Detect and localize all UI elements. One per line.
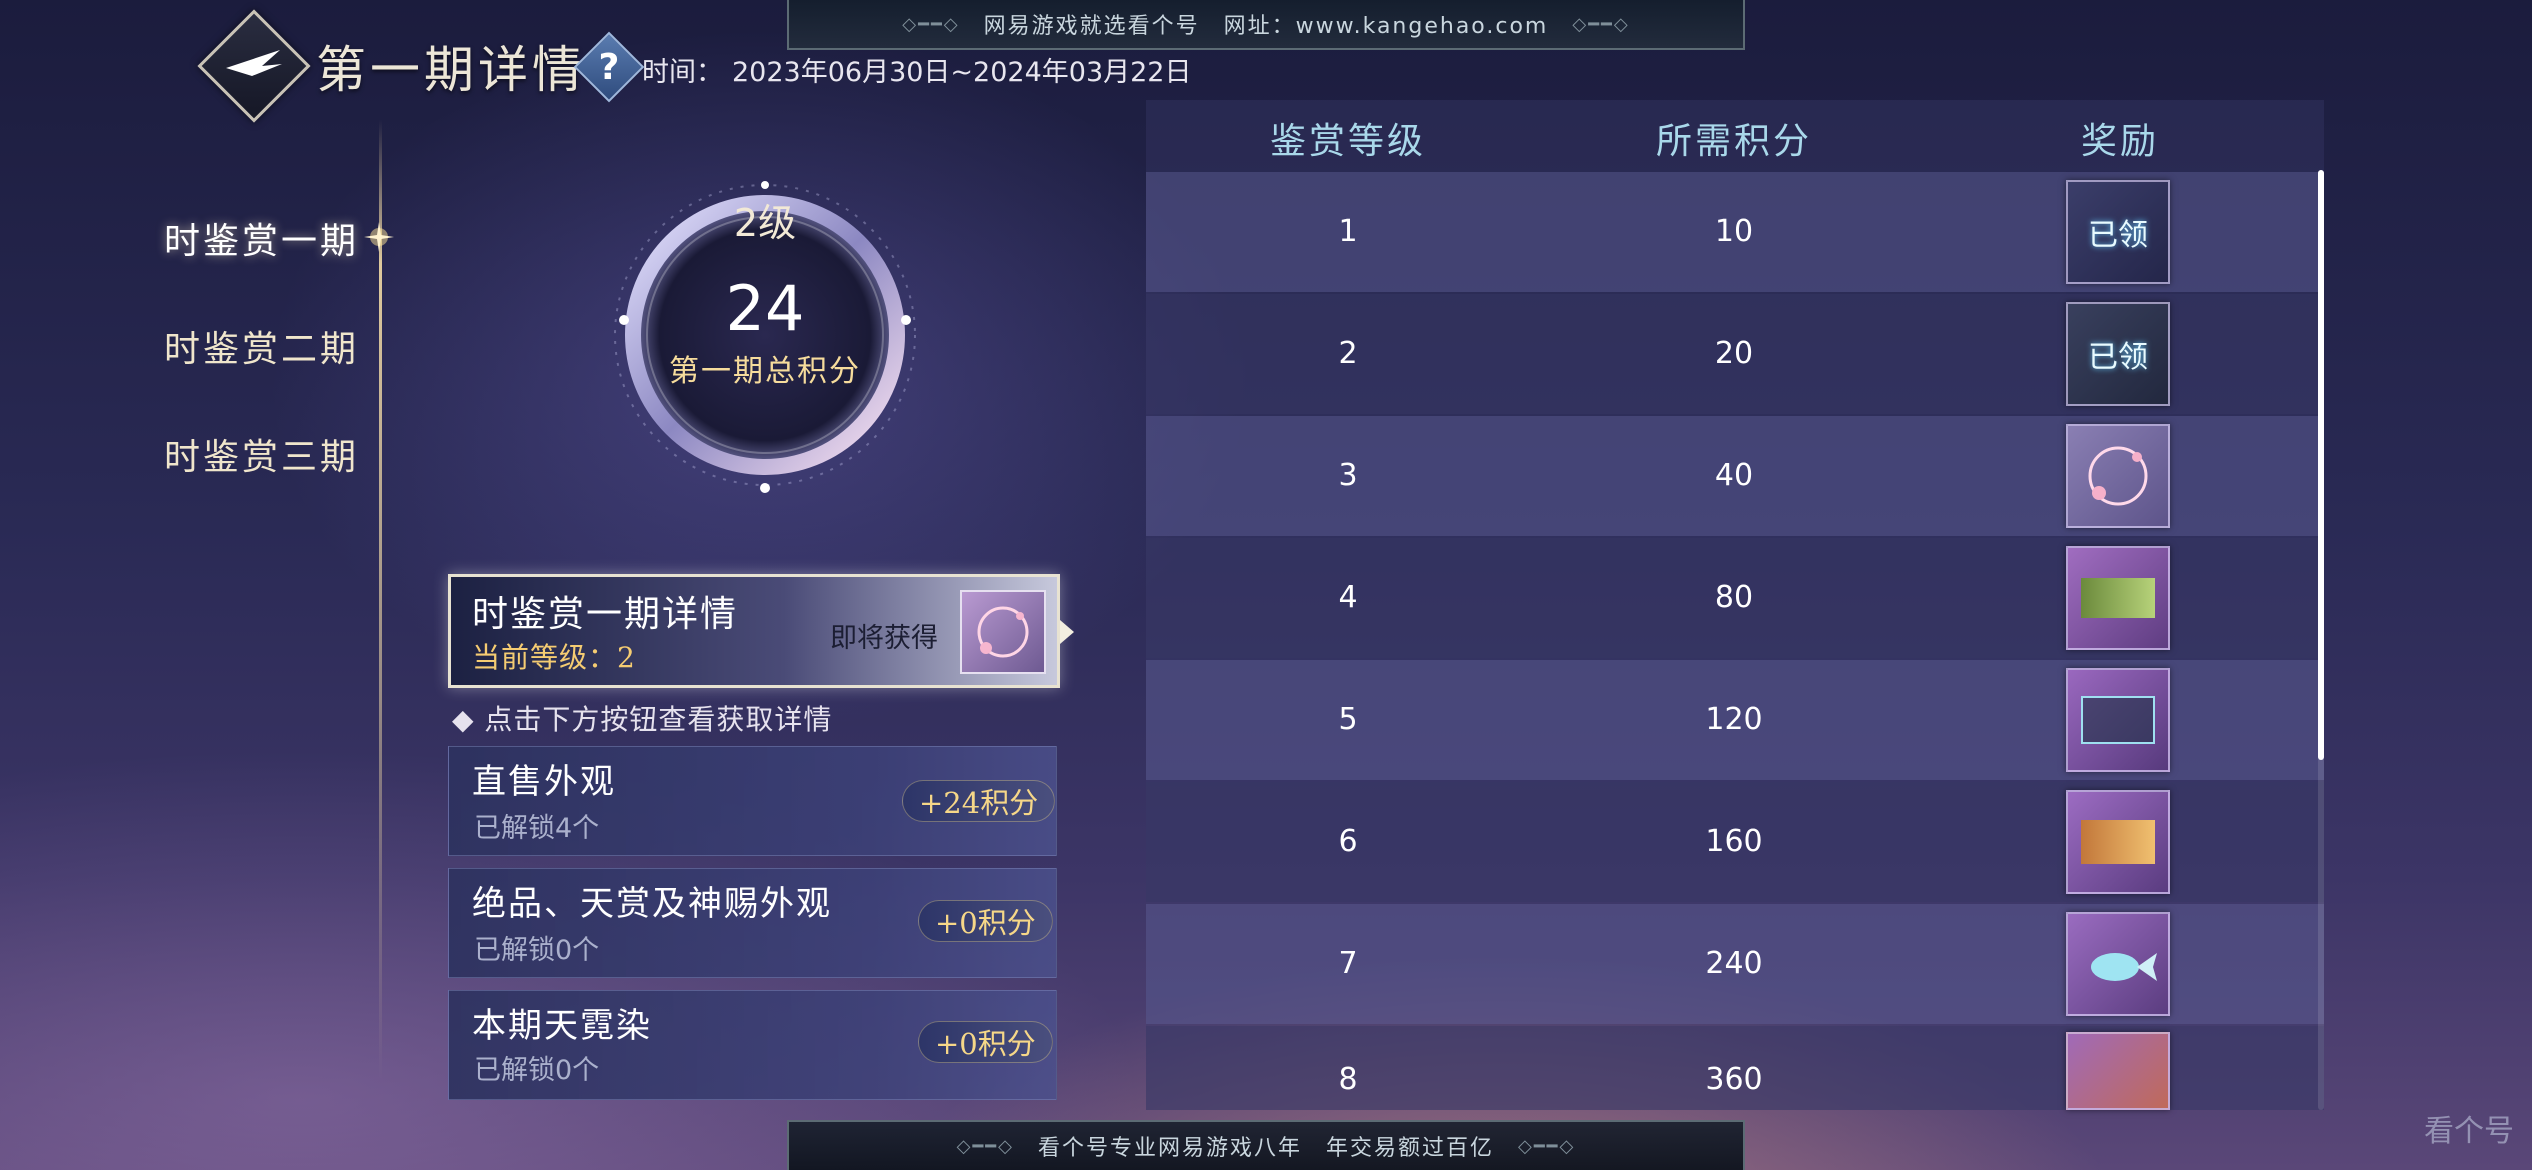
source-card-points: +0积分 [918,900,1053,942]
row-level: 6 [1338,824,1358,859]
row-points: 40 [1714,458,1754,493]
total-score-value: 24 [725,272,805,345]
row-level: 1 [1338,214,1358,249]
row-level: 3 [1338,458,1358,493]
source-card-unlocked: 已解锁0个 [474,935,600,966]
row-points: 10 [1714,214,1754,249]
top-watermark-banner: ◇━━◇ 网易游戏就选看个号 网址：www.kangehao.com ◇━━◇ [787,0,1745,50]
source-card-title: 直售外观 [472,762,616,802]
reward-slot-7[interactable] [2066,912,2170,1016]
page-title: 第一期详情 [316,41,586,99]
time-label: 时间： [642,57,723,88]
row-level: 2 [1338,336,1358,371]
reward-slot-8[interactable] [2066,1032,2170,1110]
reward-slot-1[interactable]: 已领 [2066,180,2170,284]
flower-ring-icon [2088,446,2148,506]
total-score-label: 第一期总积分 [669,354,861,389]
row-level: 4 [1338,580,1358,615]
hint-text: ◆ 点击下方按钮查看获取详情 [452,703,833,736]
banner-ornament-icon: ◇━━◇ [1518,1135,1576,1157]
banner-ornament-icon: ◇━━◇ [902,13,960,35]
reward-slot-5[interactable] [2066,668,2170,772]
row-points: 20 [1714,336,1754,371]
row-points: 120 [1705,702,1763,737]
current-level: 2级 [733,201,797,245]
claimed-badge: 已领 [2088,218,2148,253]
watermark-logo: 看个号 [2424,1114,2514,1149]
sidebar-item-phase-1[interactable]: 时鉴赏一期 [164,212,359,264]
reward-slot-4[interactable] [2066,546,2170,650]
question-mark-icon: ? [598,46,620,88]
scrollbar-thumb[interactable] [2318,170,2324,760]
time-range-value: 2023年06月30日~2024年03月22日 [732,57,1192,88]
top-banner-text: 网易游戏就选看个号 网址：www.kangehao.com [983,14,1549,39]
row-points: 240 [1705,946,1763,981]
reward-slot-2[interactable]: 已领 [2066,302,2170,406]
fish-icon [2091,953,2157,981]
source-card-unlocked: 已解锁0个 [474,1055,600,1086]
banner-ornament-icon: ◇━━◇ [1572,13,1630,35]
detail-card-title: 时鉴赏一期详情 [472,594,739,635]
current-level-text: 当前等级：2 [472,641,636,674]
sidebar-item-phase-2[interactable]: 时鉴赏二期 [164,320,359,372]
banner-ornament-icon: ◇━━◇ [956,1135,1014,1157]
row-level: 7 [1338,946,1358,981]
active-star-icon [364,222,394,252]
row-level: 5 [1338,702,1358,737]
row-points: 160 [1705,824,1763,859]
upcoming-reward-thumbnail[interactable] [960,590,1046,674]
row-level: 8 [1338,1062,1358,1097]
upcoming-reward-label: 即将获得 [830,623,938,654]
column-header-level: 鉴赏等级 [1269,121,1426,162]
row-points: 360 [1705,1062,1763,1097]
source-card-title: 本期天霓染 [472,1006,652,1046]
sidebar-divider [379,120,382,1080]
source-card-unlocked: 已解锁4个 [474,813,600,844]
row-points: 80 [1714,580,1754,615]
claimed-badge: 已领 [2088,340,2148,375]
source-card-points: +0积分 [918,1021,1053,1063]
reward-slot-6[interactable] [2066,790,2170,894]
reward-slot-3[interactable] [2066,424,2170,528]
bottom-watermark-banner: ◇━━◇ 看个号专业网易游戏八年 年交易额过百亿 ◇━━◇ [787,1120,1745,1170]
source-card-title: 绝品、天赏及神赐外观 [472,884,832,924]
column-header-reward: 奖励 [2080,121,2159,162]
sidebar-item-phase-3[interactable]: 时鉴赏三期 [164,428,359,480]
column-header-points: 所需积分 [1655,121,1812,162]
bottom-banner-text: 看个号专业网易游戏八年 年交易额过百亿 [1037,1136,1494,1161]
detail-pointer-arrow-icon [1060,620,1074,644]
autumn-scene-icon [2081,820,2155,864]
frame-icon [2081,696,2155,744]
flower-ring-icon [977,606,1029,658]
back-arrow-icon [226,50,282,76]
green-scene-icon [2081,578,2155,618]
source-card-points: +24积分 [902,780,1056,822]
